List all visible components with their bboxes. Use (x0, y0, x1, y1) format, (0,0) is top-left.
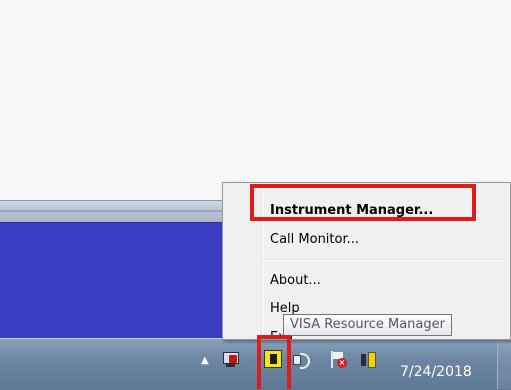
show-desktop-button[interactable] (497, 339, 511, 389)
window-title-strip (0, 200, 240, 223)
desktop-background (0, 0, 511, 200)
window-seam (0, 210, 240, 212)
speaker-wave (300, 353, 310, 369)
blue-window-pane (0, 222, 240, 339)
highlight-box-instrument-manager (250, 184, 476, 221)
show-hidden-icons-arrow-icon[interactable]: ▲ (201, 356, 209, 366)
volume-icon[interactable] (292, 350, 310, 369)
highlight-box-visa-icon (257, 335, 291, 389)
menu-separator (263, 259, 507, 261)
clock-time[interactable] (400, 339, 490, 352)
network-error-badge (229, 355, 237, 363)
power-plug (361, 354, 366, 366)
battery-shape (368, 352, 376, 368)
network-icon[interactable] (222, 350, 240, 368)
power-icon[interactable] (359, 350, 377, 368)
action-center-icon[interactable]: × (329, 350, 347, 368)
menu-item-call-monitor[interactable]: Call Monitor... (270, 232, 359, 247)
menu-item-about[interactable]: About... (270, 273, 321, 288)
network-base (226, 364, 235, 367)
visa-tooltip: VISA Resource Manager (283, 314, 452, 336)
action-center-error-icon: × (337, 358, 347, 368)
clock-date[interactable]: 7/24/2018 (400, 364, 490, 380)
menu-item-help[interactable]: Help (270, 301, 300, 315)
